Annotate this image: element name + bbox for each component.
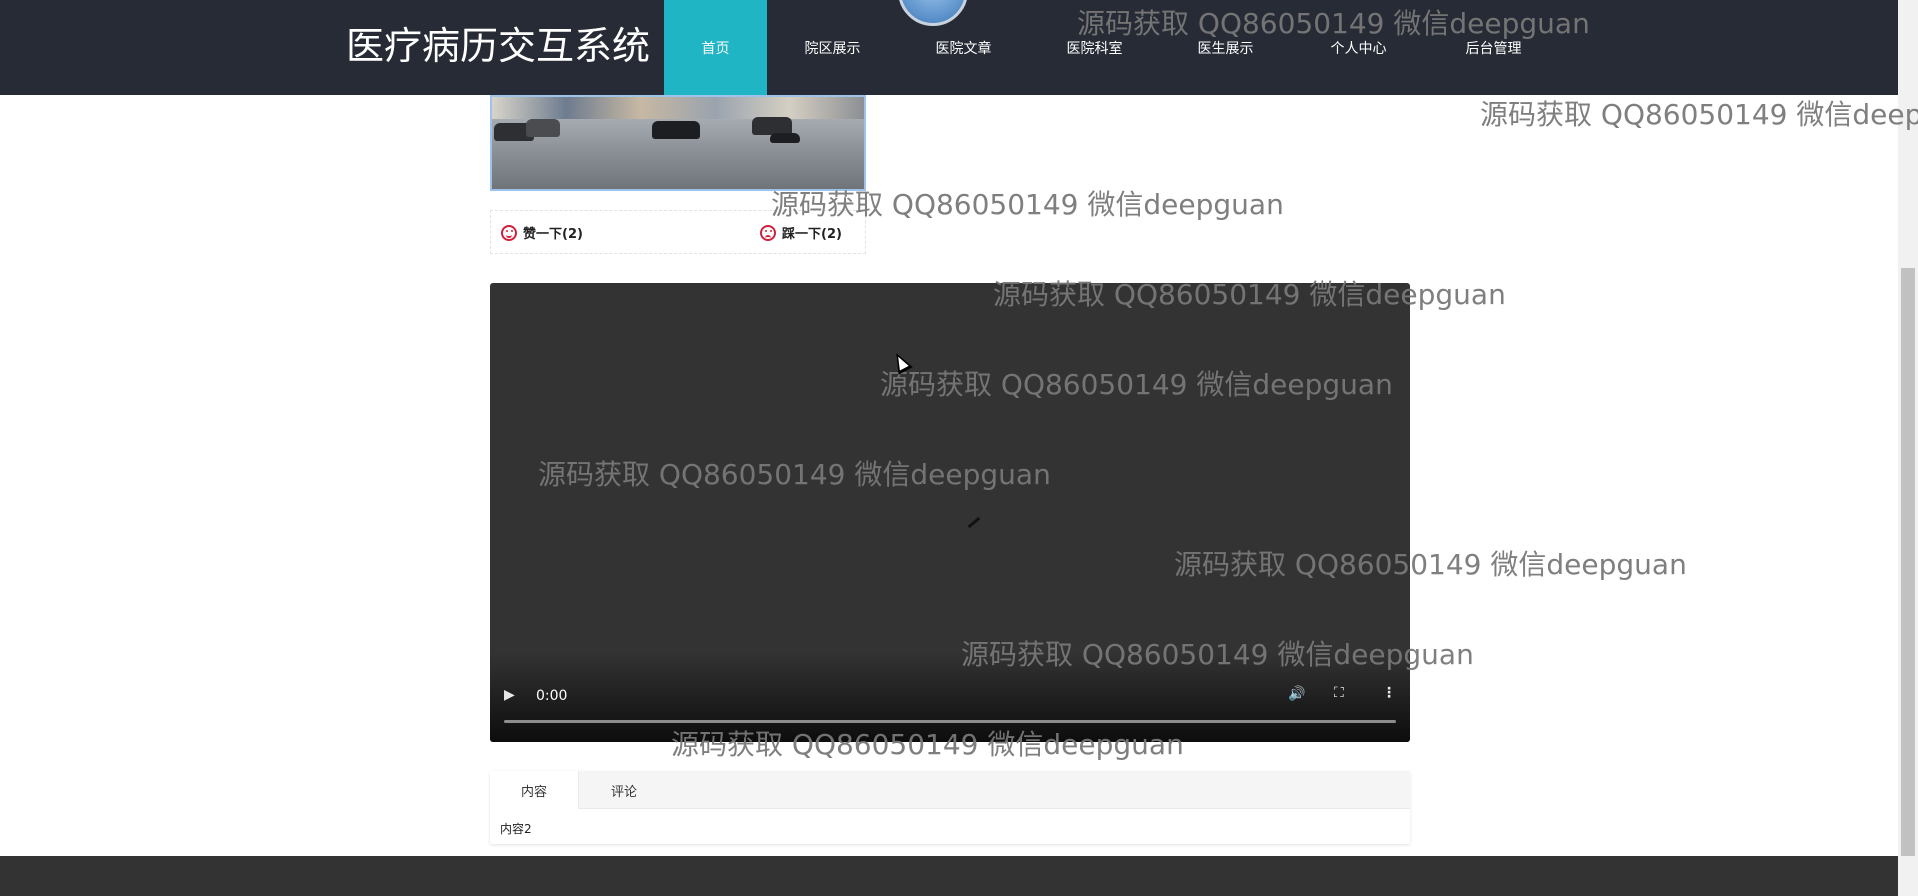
nav-item-departments[interactable]: 医院科室: [1029, 0, 1160, 95]
article-image: [490, 95, 866, 191]
nav-item-campus[interactable]: 院区展示: [767, 0, 898, 95]
play-icon[interactable]: ▶: [504, 687, 515, 703]
video-controls-shade: [490, 652, 1410, 742]
car-shape: [770, 133, 800, 143]
video-progress-bar[interactable]: [504, 720, 1396, 723]
volume-icon[interactable]: 🔊: [1288, 686, 1305, 702]
smile-icon: [501, 224, 517, 241]
car-shape: [526, 119, 560, 137]
nav-item-doctors[interactable]: 医生展示: [1160, 0, 1291, 95]
nav-item-personal-center[interactable]: 个人中心: [1291, 0, 1426, 95]
scrollbar-thumb[interactable]: [1901, 268, 1915, 856]
tab-panel-text: 内容2: [500, 822, 532, 836]
footer: [0, 856, 1898, 896]
page-scrollbar[interactable]: [1898, 0, 1918, 896]
content-tabs: 内容 评论 内容2: [490, 771, 1410, 844]
loading-spinner-icon: [967, 516, 981, 529]
like-button[interactable]: 赞一下(2): [501, 223, 583, 242]
tab-content[interactable]: 内容: [490, 771, 579, 809]
nav-item-home[interactable]: 首页: [664, 0, 767, 95]
more-options-icon[interactable]: ⋮: [1382, 685, 1396, 701]
main-nav: 首页 院区展示 医院文章 医院科室 医生展示 个人中心 后台管理: [664, 0, 1561, 95]
dislike-label: 踩一下(2): [782, 227, 842, 242]
nav-item-admin[interactable]: 后台管理: [1426, 0, 1561, 95]
video-player[interactable]: ▶ 0:00 🔊 ⛶ ⋮: [490, 283, 1410, 742]
watermark-text: 源码获取 QQ86050149 微信deepguan: [1480, 98, 1918, 131]
tab-comments[interactable]: 评论: [578, 771, 670, 809]
frown-icon: [760, 224, 776, 241]
video-time: 0:00: [536, 688, 568, 704]
like-label: 赞一下(2): [523, 227, 583, 242]
site-title: 医疗病历交互系统: [346, 24, 651, 68]
dislike-button[interactable]: 踩一下(2): [760, 223, 842, 242]
car-shape: [652, 121, 700, 139]
fullscreen-icon[interactable]: ⛶: [1334, 685, 1344, 701]
vote-bar: 赞一下(2) 踩一下(2): [490, 210, 866, 254]
street-background: [492, 97, 864, 119]
